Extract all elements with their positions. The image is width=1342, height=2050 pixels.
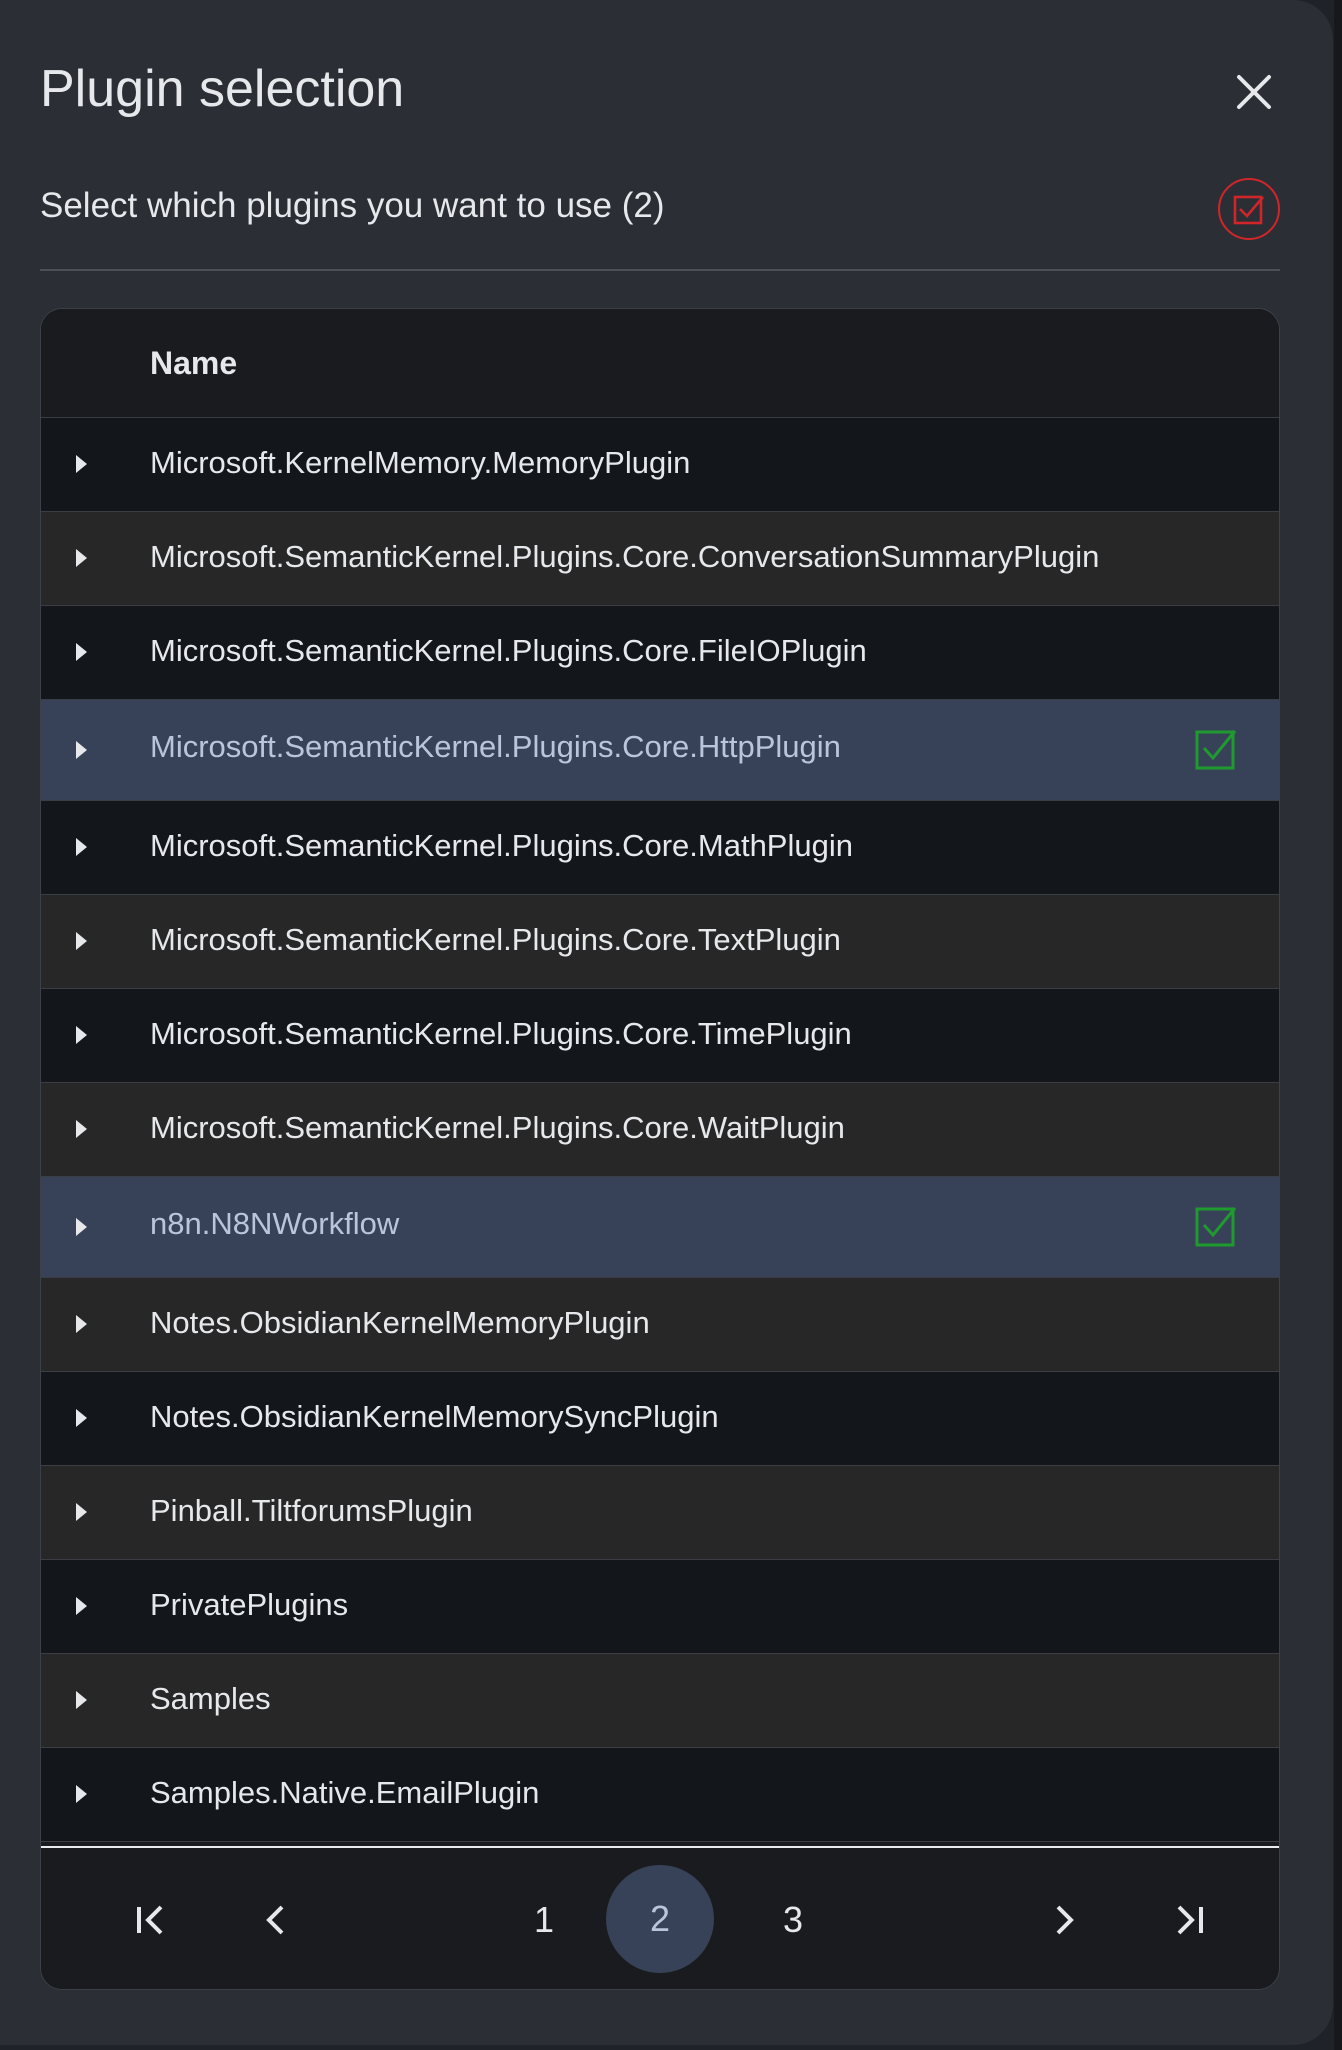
plugin-name: Microsoft.SemanticKernel.Plugins.Core.Wa…	[150, 1110, 845, 1145]
table-row[interactable]: Notes.ObsidianKernelMemoryPlugin	[41, 1278, 1279, 1372]
selection-summary: Select which plugins you want to use (2)	[40, 186, 665, 225]
row-checkbox[interactable]	[1195, 1205, 1237, 1247]
expand-row-button[interactable]	[61, 444, 101, 484]
caret-right-icon	[76, 1785, 87, 1803]
plugin-name: Microsoft.SemanticKernel.Plugins.Core.Co…	[150, 539, 1100, 574]
last-page-icon	[1177, 1905, 1203, 1935]
table-header: Name	[41, 309, 1279, 418]
last-page-button[interactable]	[1149, 1880, 1229, 1960]
plugin-name: Microsoft.SemanticKernel.Plugins.Core.Ht…	[150, 729, 841, 764]
expand-row-button[interactable]	[61, 1492, 101, 1532]
caret-right-icon	[76, 838, 87, 856]
table-row[interactable]: Microsoft.KernelMemory.MemoryPlugin	[41, 418, 1279, 512]
caret-right-icon	[76, 1315, 87, 1333]
next-page-button[interactable]	[1023, 1880, 1103, 1960]
table-row[interactable]: Microsoft.SemanticKernel.Plugins.Core.Fi…	[41, 606, 1279, 700]
expand-row-button[interactable]	[61, 1586, 101, 1626]
expand-row-button[interactable]	[61, 538, 101, 578]
page-button-2[interactable]: 2	[606, 1865, 714, 1973]
table-row[interactable]: Microsoft.SemanticKernel.Plugins.Core.Ti…	[41, 989, 1279, 1083]
first-page-icon	[137, 1905, 163, 1935]
plugin-name: Microsoft.SemanticKernel.Plugins.Core.Ma…	[150, 828, 853, 863]
plugin-name: Samples	[150, 1681, 271, 1716]
backdrop-edge	[1334, 0, 1342, 2050]
table-body: Microsoft.KernelMemory.MemoryPlugin Micro…	[41, 418, 1279, 1842]
select-all-button[interactable]	[1218, 178, 1280, 240]
caret-right-icon	[76, 1409, 87, 1427]
checkbox-checked-icon	[1195, 1207, 1237, 1247]
table-row[interactable]: Samples	[41, 1654, 1279, 1748]
expand-row-button[interactable]	[61, 921, 101, 961]
table-row[interactable]: Microsoft.SemanticKernel.Plugins.Core.Te…	[41, 895, 1279, 989]
caret-right-icon	[76, 1120, 87, 1138]
caret-right-icon	[76, 1218, 87, 1236]
caret-right-icon	[76, 1026, 87, 1044]
close-button[interactable]	[1228, 66, 1280, 118]
table-row[interactable]: Microsoft.SemanticKernel.Plugins.Core.Ma…	[41, 801, 1279, 895]
checkbox-checked-icon	[1233, 195, 1264, 225]
caret-right-icon	[76, 741, 87, 759]
table-row[interactable]: Samples.Native.EmailPlugin	[41, 1748, 1279, 1842]
expand-row-button[interactable]	[61, 1774, 101, 1814]
plugin-name: Microsoft.SemanticKernel.Plugins.Core.Te…	[150, 922, 841, 957]
header-divider	[40, 269, 1280, 271]
expand-row-button[interactable]	[61, 1680, 101, 1720]
table-row[interactable]: Pinball.TiltforumsPlugin	[41, 1466, 1279, 1560]
pagination-bar: 1 2 3	[41, 1846, 1279, 1989]
table-row[interactable]: PrivatePlugins	[41, 1560, 1279, 1654]
row-checkbox[interactable]	[1195, 728, 1237, 770]
caret-right-icon	[76, 932, 87, 950]
plugin-selection-dialog: Plugin selection Select which plugins yo…	[0, 0, 1333, 2045]
plugin-name: Notes.ObsidianKernelMemoryPlugin	[150, 1305, 650, 1340]
expand-row-button[interactable]	[61, 1109, 101, 1149]
table-row[interactable]: Microsoft.SemanticKernel.Plugins.Core.Co…	[41, 512, 1279, 606]
page-button-1[interactable]: 1	[504, 1880, 584, 1960]
plugin-name: Notes.ObsidianKernelMemorySyncPlugin	[150, 1399, 719, 1434]
caret-right-icon	[76, 1597, 87, 1615]
plugin-name: PrivatePlugins	[150, 1587, 349, 1622]
expand-row-button[interactable]	[61, 827, 101, 867]
dialog-title: Plugin selection	[40, 60, 405, 118]
expand-row-button[interactable]	[61, 730, 101, 770]
caret-right-icon	[76, 1503, 87, 1521]
expand-row-button[interactable]	[61, 1304, 101, 1344]
expand-row-button[interactable]	[61, 1207, 101, 1247]
plugin-table: Name Microsoft.KernelMemory.MemoryPlugin…	[40, 308, 1280, 1990]
chevron-left-icon	[266, 1905, 284, 1935]
caret-right-icon	[76, 1691, 87, 1709]
chevron-right-icon	[1056, 1905, 1074, 1935]
table-row[interactable]: Notes.ObsidianKernelMemorySyncPlugin	[41, 1372, 1279, 1466]
expand-row-button[interactable]	[61, 1015, 101, 1055]
page-button-3[interactable]: 3	[753, 1880, 833, 1960]
plugin-name: Microsoft.KernelMemory.MemoryPlugin	[150, 445, 691, 480]
plugin-name: Pinball.TiltforumsPlugin	[150, 1493, 473, 1528]
close-icon	[1237, 75, 1271, 109]
expand-row-button[interactable]	[61, 632, 101, 672]
table-row[interactable]: n8n.N8NWorkflow	[41, 1177, 1279, 1278]
plugin-name: Samples.Native.EmailPlugin	[150, 1775, 540, 1810]
plugin-name: n8n.N8NWorkflow	[150, 1206, 400, 1241]
caret-right-icon	[76, 643, 87, 661]
column-header-name[interactable]: Name	[150, 339, 237, 387]
table-row[interactable]: Microsoft.SemanticKernel.Plugins.Core.Ht…	[41, 700, 1279, 801]
caret-right-icon	[76, 455, 87, 473]
plugin-name: Microsoft.SemanticKernel.Plugins.Core.Ti…	[150, 1016, 852, 1051]
table-row[interactable]: Microsoft.SemanticKernel.Plugins.Core.Wa…	[41, 1083, 1279, 1177]
plugin-name: Microsoft.SemanticKernel.Plugins.Core.Fi…	[150, 633, 867, 668]
expand-row-button[interactable]	[61, 1398, 101, 1438]
caret-right-icon	[76, 549, 87, 567]
previous-page-button[interactable]	[237, 1880, 317, 1960]
first-page-button[interactable]	[111, 1880, 191, 1960]
checkbox-checked-icon	[1195, 730, 1237, 770]
